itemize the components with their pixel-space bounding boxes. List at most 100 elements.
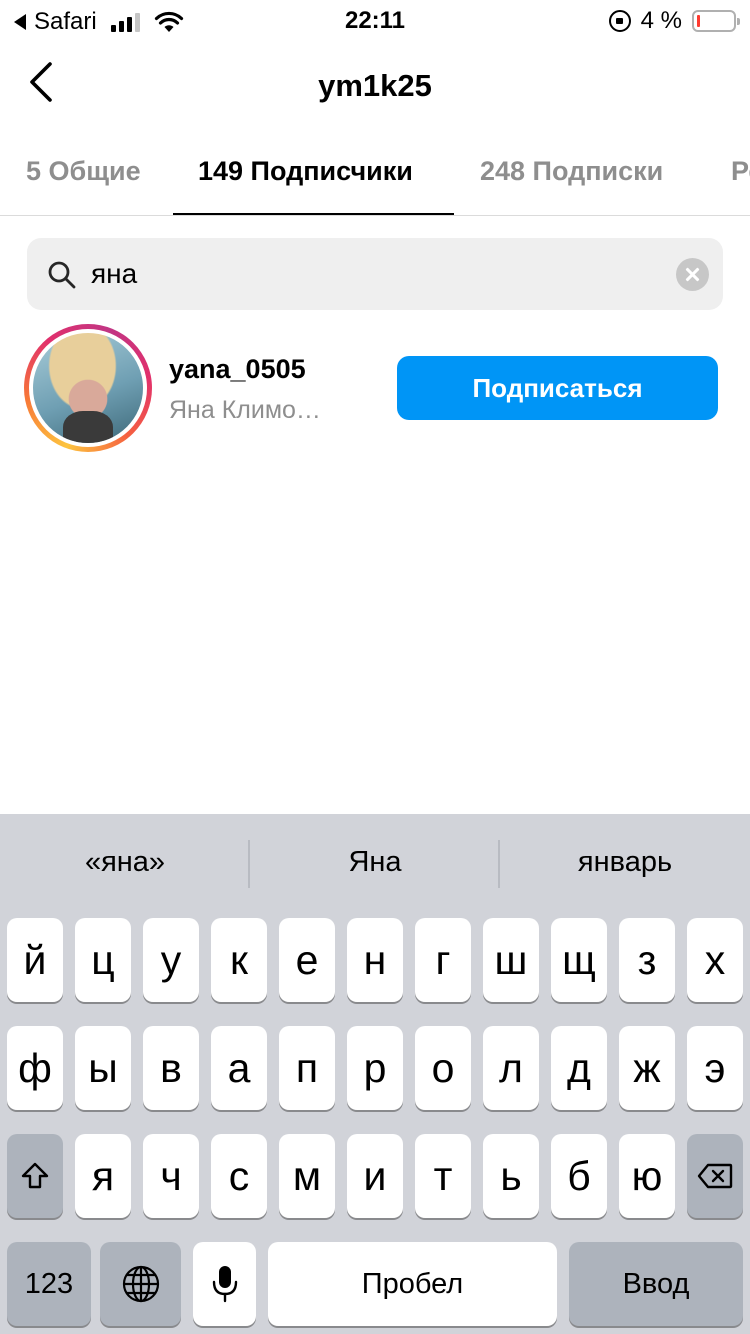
- key-label: й: [23, 936, 47, 983]
- key-label: д: [567, 1044, 591, 1091]
- key-letter[interactable]: э: [687, 1026, 743, 1110]
- key-letter[interactable]: п: [279, 1026, 335, 1110]
- delete-key[interactable]: [687, 1134, 743, 1218]
- key-label: е: [295, 936, 319, 983]
- status-right: 4 %: [608, 7, 740, 35]
- globe-key[interactable]: [100, 1242, 181, 1326]
- key-letter[interactable]: н: [347, 918, 403, 1002]
- key-letter[interactable]: о: [415, 1026, 471, 1110]
- key-letter[interactable]: ь: [483, 1134, 539, 1218]
- tab-mutual[interactable]: 5 Общие: [26, 156, 141, 187]
- key-letter[interactable]: л: [483, 1026, 539, 1110]
- space-key[interactable]: Пробел: [268, 1242, 557, 1326]
- key-label: я: [91, 1152, 115, 1199]
- key-label: о: [431, 1044, 455, 1091]
- key-letter[interactable]: в: [143, 1026, 199, 1110]
- key-letter[interactable]: ж: [619, 1026, 675, 1110]
- key-letter[interactable]: щ: [551, 918, 607, 1002]
- key-label: и: [363, 1152, 387, 1199]
- key-letter[interactable]: д: [551, 1026, 607, 1110]
- numbers-key[interactable]: 123: [7, 1242, 91, 1326]
- key-label: ш: [494, 936, 528, 983]
- key-letter[interactable]: м: [279, 1134, 335, 1218]
- story-ring[interactable]: [24, 324, 152, 452]
- clear-icon[interactable]: [676, 258, 709, 291]
- key-letter[interactable]: з: [619, 918, 675, 1002]
- key-label: т: [433, 1152, 453, 1199]
- key-label: у: [160, 936, 182, 983]
- key-label: с: [228, 1152, 250, 1199]
- orientation-lock-icon: [608, 10, 631, 32]
- key-label: б: [567, 1152, 591, 1199]
- key-label: п: [295, 1044, 319, 1091]
- key-label: р: [363, 1044, 387, 1091]
- tab-recommendations[interactable]: Ре: [731, 156, 750, 187]
- return-key[interactable]: Ввод: [569, 1242, 743, 1326]
- key-letter[interactable]: й: [7, 918, 63, 1002]
- key-letter[interactable]: ц: [75, 918, 131, 1002]
- key-letter[interactable]: к: [211, 918, 267, 1002]
- avatar: [33, 333, 143, 443]
- battery-percent: 4 %: [640, 7, 682, 34]
- key-letter[interactable]: б: [551, 1134, 607, 1218]
- suggestion-2[interactable]: Яна: [250, 846, 500, 879]
- key-letter[interactable]: ш: [483, 918, 539, 1002]
- tab-following[interactable]: 248 Подписки: [480, 156, 663, 187]
- key-letter[interactable]: ю: [619, 1134, 675, 1218]
- suggestion-3[interactable]: январь: [500, 846, 750, 879]
- key-letter[interactable]: у: [143, 918, 199, 1002]
- microphone-icon: [212, 1266, 237, 1303]
- key-letter[interactable]: а: [211, 1026, 267, 1110]
- battery-icon: [692, 10, 740, 32]
- key-letter[interactable]: с: [211, 1134, 267, 1218]
- backspace-icon: [697, 1163, 733, 1189]
- tab-followers[interactable]: 149 Подписчики: [198, 156, 413, 187]
- key-label: э: [704, 1044, 726, 1091]
- key-label: 123: [24, 1267, 74, 1300]
- follow-button[interactable]: Подписаться: [397, 356, 718, 420]
- key-letter[interactable]: ы: [75, 1026, 131, 1110]
- tab-bar: 5 Общие 149 Подписчики 248 Подписки Ре: [0, 130, 750, 216]
- key-label: ж: [633, 1044, 661, 1091]
- screen: Safari 22:11 4 % ym1k25 5 Общие 149 Подп…: [0, 0, 750, 1334]
- keyboard: «яна» Яна январь й ц у к е н г ш щ з х ф…: [0, 814, 750, 1334]
- key-letter[interactable]: ф: [7, 1026, 63, 1110]
- key-label: ь: [500, 1152, 522, 1199]
- key-label: з: [637, 936, 657, 983]
- key-label: ч: [160, 1152, 182, 1199]
- key-letter[interactable]: г: [415, 918, 471, 1002]
- key-letter[interactable]: х: [687, 918, 743, 1002]
- key-letter[interactable]: ч: [143, 1134, 199, 1218]
- key-letter[interactable]: т: [415, 1134, 471, 1218]
- suggestion-bar: «яна» Яна январь: [0, 814, 750, 914]
- key-label: м: [292, 1152, 322, 1199]
- key-label: л: [499, 1044, 523, 1091]
- key-label: Ввод: [622, 1267, 690, 1300]
- key-label: ю: [631, 1152, 663, 1199]
- list-item[interactable]: yana_0505 Яна Климо… Подписаться: [0, 320, 750, 456]
- suggestion-1[interactable]: «яна»: [0, 846, 250, 879]
- key-letter[interactable]: р: [347, 1026, 403, 1110]
- dictation-key[interactable]: [193, 1242, 256, 1326]
- key-letter[interactable]: е: [279, 918, 335, 1002]
- shift-icon: [21, 1162, 49, 1189]
- key-label: щ: [562, 936, 596, 983]
- key-label: ф: [18, 1044, 52, 1091]
- key-letter[interactable]: я: [75, 1134, 131, 1218]
- username[interactable]: yana_0505: [169, 354, 306, 385]
- key-label: н: [363, 936, 387, 983]
- nav-bar: ym1k25: [0, 40, 750, 130]
- key-label: г: [435, 936, 451, 983]
- active-tab-indicator: [173, 213, 454, 215]
- shift-key[interactable]: [7, 1134, 63, 1218]
- search-icon: [48, 261, 76, 289]
- key-letter[interactable]: и: [347, 1134, 403, 1218]
- avatar-frame: [29, 329, 147, 447]
- key-label: в: [160, 1044, 182, 1091]
- key-label: а: [227, 1044, 251, 1091]
- key-label: к: [230, 936, 248, 983]
- key-label: х: [704, 936, 726, 983]
- search-input[interactable]: [91, 252, 651, 296]
- status-bar: Safari 22:11 4 %: [0, 0, 750, 40]
- battery-level: [697, 15, 700, 27]
